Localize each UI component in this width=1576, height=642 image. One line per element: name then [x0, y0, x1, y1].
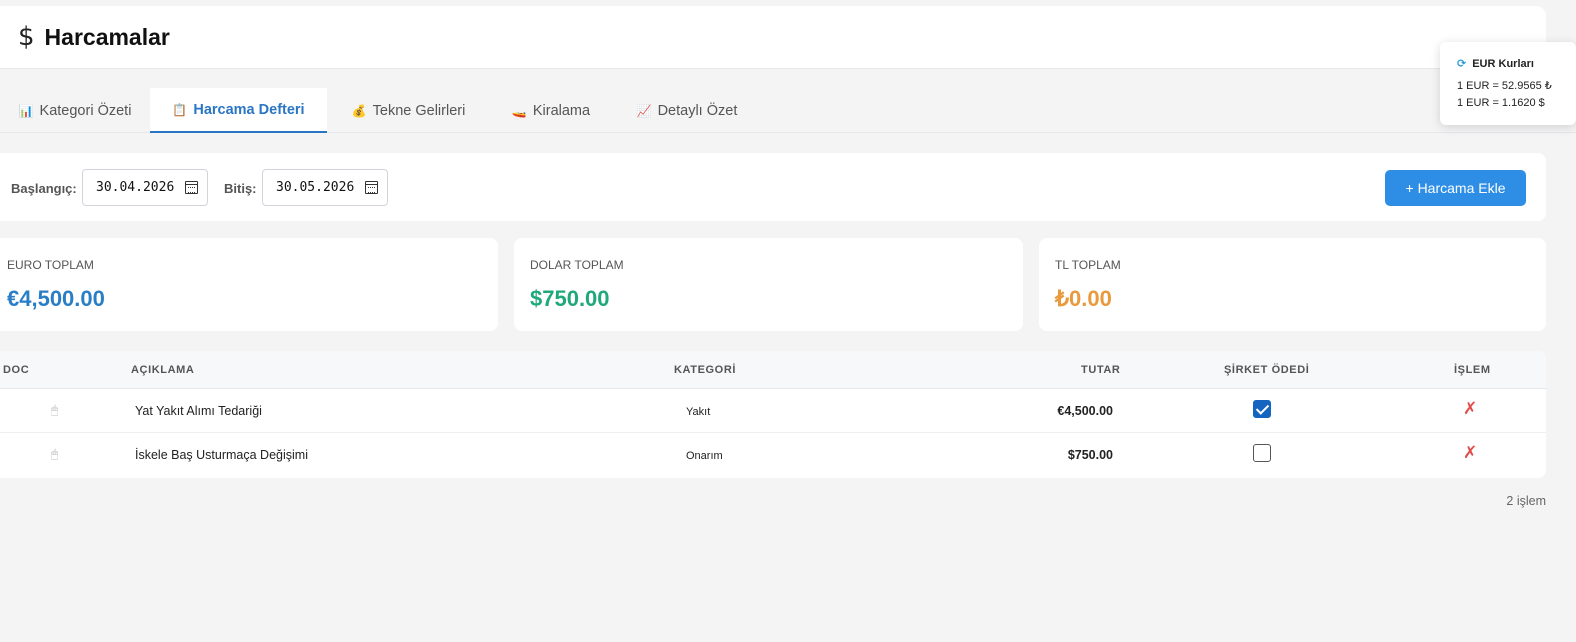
tab-tekne-gelirleri[interactable]: 💰 Tekne Gelirleri: [327, 88, 490, 133]
tl-total-card: TL TOPLAM ₺0.00: [1039, 238, 1546, 331]
column-header-company-paid: ŞİRKET ÖDEDİ: [1224, 364, 1310, 376]
end-date-value: 30.05.2026: [276, 180, 355, 195]
column-header-description: AÇIKLAMA: [131, 364, 195, 376]
eur-rates-panel: ⟳ EUR Kurları 1 EUR = 52.9565 ₺ 1 EUR = …: [1440, 42, 1576, 125]
row-description: İskele Baş Usturmaça Değişimi: [135, 448, 308, 462]
tab-label: Detaylı Özet: [657, 102, 738, 119]
tab-kiralama[interactable]: 🚤 Kiralama: [490, 88, 612, 133]
calendar-icon[interactable]: [185, 181, 198, 194]
bar-chart-icon: 📊: [18, 103, 34, 118]
start-date-value: 30.04.2026: [96, 180, 175, 195]
card-value: $750.00: [530, 286, 610, 311]
eur-try-rate: 1 EUR = 52.9565 ₺: [1457, 80, 1552, 92]
tab-label: Tekne Gelirleri: [372, 102, 466, 119]
column-header-category: KATEGORİ: [674, 364, 737, 376]
card-value: ₺0.00: [1055, 286, 1112, 311]
table-row: 🖱 İskele Baş Usturmaça Değişimi Onarım $…: [0, 433, 1546, 477]
page-title: Harcamalar: [44, 23, 170, 50]
start-date-input[interactable]: 30.04.2026: [82, 169, 208, 206]
tab-label: Kategori Özeti: [39, 102, 132, 119]
end-date-label: Bitiş:: [224, 181, 257, 196]
dollar-icon: $: [18, 22, 35, 52]
row-amount: $750.00: [1067, 448, 1113, 462]
row-category: Onarım: [686, 450, 723, 462]
money-bag-icon: 💰: [351, 103, 367, 118]
row-description: Yat Yakıt Alımı Tedariği: [135, 404, 262, 418]
rates-title-text: EUR Kurları: [1472, 57, 1534, 70]
card-label: DOLAR TOPLAM: [530, 258, 624, 272]
start-date-label: Başlangıç:: [11, 181, 77, 196]
column-header-doc: DOC: [3, 364, 30, 376]
company-paid-checkbox[interactable]: [1253, 400, 1271, 418]
table-header: DOC AÇIKLAMA KATEGORİ TUTAR ŞİRKET ÖDEDİ…: [0, 351, 1546, 389]
card-label: TL TOPLAM: [1055, 258, 1121, 272]
clipboard-icon: 📋: [172, 102, 188, 117]
tab-detayli-ozet[interactable]: 📈 Detaylı Özet: [612, 88, 762, 133]
column-header-action: İŞLEM: [1454, 364, 1491, 376]
row-amount: €4,500.00: [1057, 404, 1113, 418]
tab-harcama-defteri[interactable]: 📋 Harcama Defteri: [150, 88, 327, 133]
document-icon[interactable]: 🖱: [51, 447, 58, 462]
header-divider: [0, 68, 1576, 69]
date-filter-bar: Başlangıç: 30.04.2026 Bitiş: 30.05.2026 …: [0, 153, 1546, 221]
dollar-total-card: DOLAR TOPLAM $750.00: [514, 238, 1023, 331]
company-paid-checkbox[interactable]: [1253, 444, 1271, 462]
tab-label: Kiralama: [532, 102, 591, 119]
tab-kategori-ozeti[interactable]: 📊 Kategori Özeti: [0, 88, 150, 133]
expense-table: DOC AÇIKLAMA KATEGORİ TUTAR ŞİRKET ÖDEDİ…: [0, 351, 1546, 478]
rates-title: ⟳ EUR Kurları: [1457, 57, 1534, 70]
calendar-icon[interactable]: [365, 181, 378, 194]
tab-bar: 📊 Kategori Özeti 📋 Harcama Defteri 💰 Tek…: [0, 88, 1576, 133]
page-header: $ Harcamalar: [0, 6, 1546, 68]
document-icon[interactable]: 🖱: [51, 403, 58, 418]
table-row: 🖱 Yat Yakıt Alımı Tedariği Yakıt €4,500.…: [0, 389, 1546, 433]
refresh-icon: ⟳: [1457, 57, 1467, 70]
card-value: €4,500.00: [7, 286, 105, 311]
line-chart-icon: 📈: [636, 103, 652, 118]
transaction-count: 2 işlem: [1506, 494, 1546, 508]
row-category: Yakıt: [686, 406, 711, 418]
delete-icon[interactable]: ✗: [1463, 399, 1477, 419]
column-header-amount: TUTAR: [1081, 364, 1121, 376]
add-expense-button[interactable]: + Harcama Ekle: [1385, 170, 1526, 206]
end-date-input[interactable]: 30.05.2026: [262, 169, 388, 206]
boat-icon: 🚤: [511, 103, 527, 118]
card-label: EURO TOPLAM: [7, 258, 94, 272]
euro-total-card: EURO TOPLAM €4,500.00: [0, 238, 498, 331]
eur-usd-rate: 1 EUR = 1.1620 $: [1457, 97, 1545, 109]
tab-label: Harcama Defteri: [193, 101, 305, 118]
delete-icon[interactable]: ✗: [1463, 443, 1477, 463]
